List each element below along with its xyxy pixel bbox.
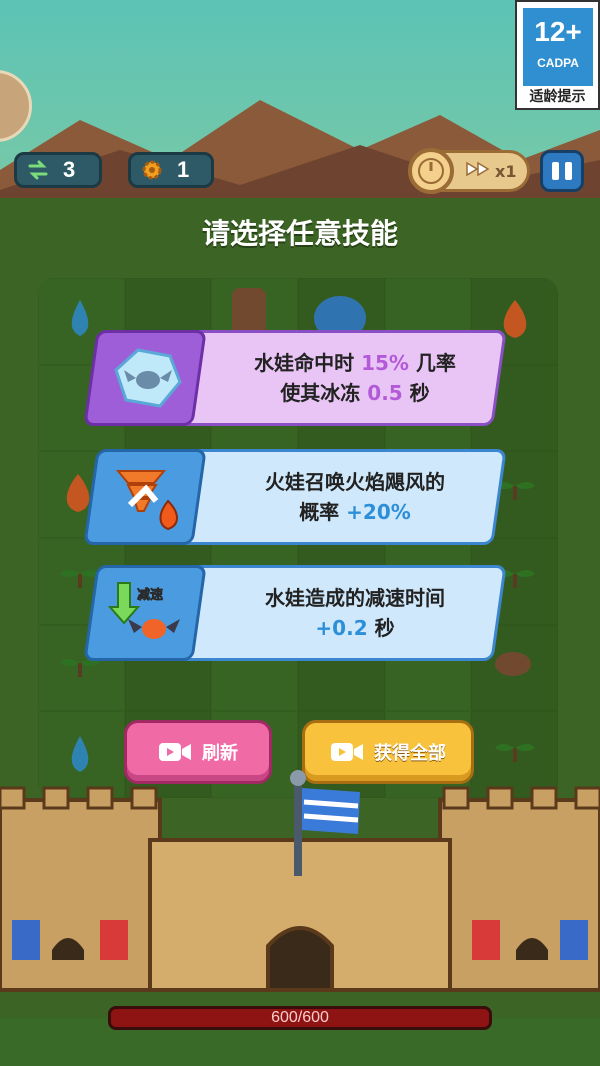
skill-freeze-line1: 水娃命中时 15% 几率	[254, 351, 456, 375]
swap-count: 3	[63, 157, 76, 182]
castle-health-text: 600/600	[271, 1009, 329, 1026]
slow-icon-label: 减速	[137, 587, 163, 603]
skill-card-freeze[interactable]: 水娃命中时 15% 几率 使其冰冻 0.5 秒	[83, 330, 507, 426]
skill-freeze-line2: 使其冰冻 0.5 秒	[280, 381, 430, 405]
skill-tornado-line2: 概率 +20%	[299, 500, 411, 524]
age-rating-tip: 适龄提示	[529, 89, 586, 105]
age-rating-org: CADPA	[537, 56, 579, 70]
skill-card-fire-tornado[interactable]: 火娃召唤火焰飓风的 概率 +20%	[83, 449, 507, 545]
speed-label: x1	[495, 161, 517, 181]
skill-tornado-line1: 火娃召唤火焰飓风的	[265, 470, 445, 494]
video-icon	[331, 743, 363, 761]
gear-counter: 1	[128, 152, 214, 188]
skill-select-title: 请选择任意技能	[201, 217, 398, 250]
gear-count: 1	[177, 157, 190, 182]
age-rating-badge: 12+ CADPA 适龄提示	[515, 0, 600, 110]
swap-icon	[27, 159, 49, 181]
gear-icon	[141, 159, 163, 181]
castle-health-bar: 600/600	[108, 1006, 492, 1030]
age-rating-number: 12+	[534, 16, 582, 47]
fast-forward-icon	[465, 161, 491, 181]
video-icon	[159, 743, 191, 761]
refresh-label: 刷新	[202, 743, 238, 764]
fire-tornado-icon	[115, 470, 178, 531]
slow-bat-icon: 减速	[108, 582, 180, 639]
swap-counter: 3	[14, 152, 102, 188]
pause-icon	[552, 162, 559, 180]
castle	[0, 770, 600, 992]
clock-icon	[408, 148, 454, 194]
skill-slow-line2: +0.2 秒	[315, 616, 395, 640]
skill-card-slow[interactable]: 减速 水娃造成的减速时间 +0.2 秒	[83, 565, 507, 661]
pause-button[interactable]	[540, 150, 584, 192]
get-all-label: 获得全部	[374, 743, 446, 764]
ice-bat-icon	[114, 348, 182, 408]
skill-slow-line1: 水娃造成的减速时间	[265, 586, 445, 610]
